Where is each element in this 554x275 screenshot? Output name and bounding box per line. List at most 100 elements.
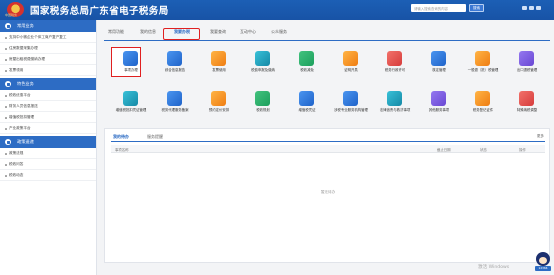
tab-my-todo[interactable]: 我的待办 <box>113 134 129 140</box>
tab-4[interactable]: 互动中心 <box>240 29 256 35</box>
function-tile[interactable]: 一般退（抵）税管理 <box>462 48 504 78</box>
sidebar-divider <box>96 20 97 275</box>
function-tile[interactable]: 特殊纳税调整 <box>506 88 548 118</box>
tile-label: 涉税专业服务机构管理 <box>334 108 368 112</box>
sidebar-item[interactable]: 税收优惠平台 <box>0 90 96 101</box>
search-button[interactable]: 搜索 <box>469 4 484 12</box>
header-tools <box>522 6 550 11</box>
export-icon <box>519 51 534 66</box>
agent-icon <box>167 91 182 106</box>
tile-label: 税收规划 <box>256 108 270 112</box>
institution-icon <box>343 91 358 106</box>
function-tile[interactable]: 证明开具 <box>330 48 372 78</box>
pencil-icon <box>123 51 138 66</box>
function-tile[interactable]: 税务代理服务备案 <box>154 88 196 118</box>
user-icon[interactable] <box>522 6 527 10</box>
service-icon <box>431 91 446 106</box>
tile-label: 其他服务事项 <box>428 108 450 112</box>
mascot-badge: 12366 <box>535 266 551 271</box>
records-tabs: 我的待办 服务提醒 更多 <box>111 133 545 142</box>
adjust-icon <box>519 91 534 106</box>
customer-service-mascot[interactable]: 12366 <box>534 252 552 272</box>
function-tile[interactable]: 法律追责与救济事项 <box>374 88 416 118</box>
tile-label: 法律追责与救济事项 <box>379 108 411 112</box>
tile-label: 出口退税管理 <box>516 68 538 72</box>
function-tile[interactable]: 预约定价安排 <box>198 88 240 118</box>
sidebar-item[interactable]: 产业政策平台 <box>0 123 96 134</box>
section-icon <box>5 139 11 145</box>
tax-icon <box>255 51 270 66</box>
more-link[interactable]: 更多 <box>537 134 544 139</box>
sidebar-item[interactable]: 支持中小微企业个体工商户复产复工 <box>0 32 96 43</box>
calendar-icon <box>211 91 226 106</box>
sidebar: 常用业务支持中小微企业个体工商户复产复工 住房数据采集办理 房屋出租税费缴纳办理 发票… <box>0 20 97 275</box>
tile-label: 税收减免 <box>300 68 314 72</box>
function-tile[interactable]: 出口退税管理 <box>506 48 548 78</box>
plan-icon <box>255 91 270 106</box>
records-table-header: 事项名称 截止日期 状态 操作 <box>111 145 545 153</box>
section-icon <box>5 23 11 29</box>
function-grid: 事项办理 综合信息报告 发票使用 税费申报及缴纳 税收减免 证明开具 税务行政许可 核定管理 一… <box>104 44 550 126</box>
sidebar-item[interactable]: 住房数据采集办理 <box>0 43 96 54</box>
logout-icon[interactable] <box>536 6 541 10</box>
search-input[interactable]: 请输入搜索查询的内容 <box>411 4 466 12</box>
function-tile[interactable]: 税费申报及缴纳 <box>242 48 284 78</box>
function-tile[interactable]: 其他服务事项 <box>418 88 460 118</box>
receipt-icon <box>299 91 314 106</box>
tile-label: 综合信息报告 <box>164 68 186 72</box>
records-panel: 我的待办 服务提醒 更多 事项名称 截止日期 状态 操作 暂无待办 <box>104 128 550 263</box>
message-icon[interactable] <box>529 6 534 10</box>
gavel-icon <box>387 91 402 106</box>
column-header: 操作 <box>519 148 526 152</box>
function-tile[interactable]: 增值税凭证 <box>286 88 328 118</box>
mascot-face <box>539 257 547 264</box>
sidebar-section-title: 政策速递 <box>17 139 34 144</box>
emblem-text: 中国税务 <box>5 13 18 17</box>
sidebar-section-header[interactable]: 常用业务 <box>0 20 96 32</box>
sidebar-item[interactable]: 房屋出租税费缴纳办理 <box>0 54 96 65</box>
sidebar-section-title: 常用业务 <box>17 23 34 28</box>
function-tile[interactable]: 税收减免 <box>286 48 328 78</box>
sidebar-item[interactable]: 税收动态 <box>0 170 96 181</box>
document-icon <box>167 51 182 66</box>
empty-state-text: 暂无待办 <box>320 190 336 194</box>
function-tile[interactable]: 税务行政许可 <box>374 48 416 78</box>
check-icon <box>431 51 446 66</box>
tab-3[interactable]: 我要查询 <box>210 29 226 35</box>
tile-label: 一般退（抵）税管理 <box>467 68 499 72</box>
sidebar-item[interactable]: 发票领用 <box>0 65 96 76</box>
windows-activation-watermark: 激活 Windows <box>478 265 510 270</box>
invoice-icon <box>211 51 226 66</box>
tile-label: 证明开具 <box>344 68 358 72</box>
function-tile[interactable]: 发票使用 <box>198 48 240 78</box>
function-tile[interactable]: 增值税抵扣凭证管理 <box>110 88 152 118</box>
sidebar-item[interactable]: 政策法规 <box>0 148 96 159</box>
sidebar-item[interactable]: 财务人员信息报送 <box>0 101 96 112</box>
tile-label: 预约定价安排 <box>208 108 230 112</box>
license-icon <box>387 51 402 66</box>
tab-5[interactable]: 公众服务 <box>271 29 287 35</box>
sidebar-item[interactable]: 增值税抵扣管理 <box>0 112 96 123</box>
function-tile[interactable]: 核定管理 <box>418 48 460 78</box>
function-tile[interactable]: 税务登记证件 <box>462 88 504 118</box>
tile-label: 税务行政许可 <box>384 68 406 72</box>
sidebar-section-header[interactable]: 政策速递 <box>0 136 96 148</box>
function-tile[interactable]: 税收规划 <box>242 88 284 118</box>
tab-service-reminder[interactable]: 服务提醒 <box>147 134 163 140</box>
id-card-icon <box>475 91 490 106</box>
top-header: 中国税务 国家税务总局广东省电子税务局 请输入搜索查询的内容 搜索 <box>0 0 554 20</box>
sidebar-section-header[interactable]: 特色业务 <box>0 78 96 90</box>
function-tile[interactable]: 事项办理 <box>110 48 152 78</box>
column-header: 截止日期 <box>437 148 451 152</box>
function-tile[interactable]: 综合信息报告 <box>154 48 196 78</box>
tab-0[interactable]: 常用功能 <box>108 29 124 35</box>
certificate-icon <box>343 51 358 66</box>
tile-label: 发票使用 <box>212 68 226 72</box>
column-header: 状态 <box>480 148 487 152</box>
tile-label: 事项办理 <box>124 68 138 72</box>
tile-label: 税费申报及缴纳 <box>251 68 275 72</box>
function-tile[interactable]: 涉税专业服务机构管理 <box>330 88 372 118</box>
sidebar-item[interactable]: 税收问答 <box>0 159 96 170</box>
tab-1[interactable]: 我的信息 <box>140 29 156 35</box>
